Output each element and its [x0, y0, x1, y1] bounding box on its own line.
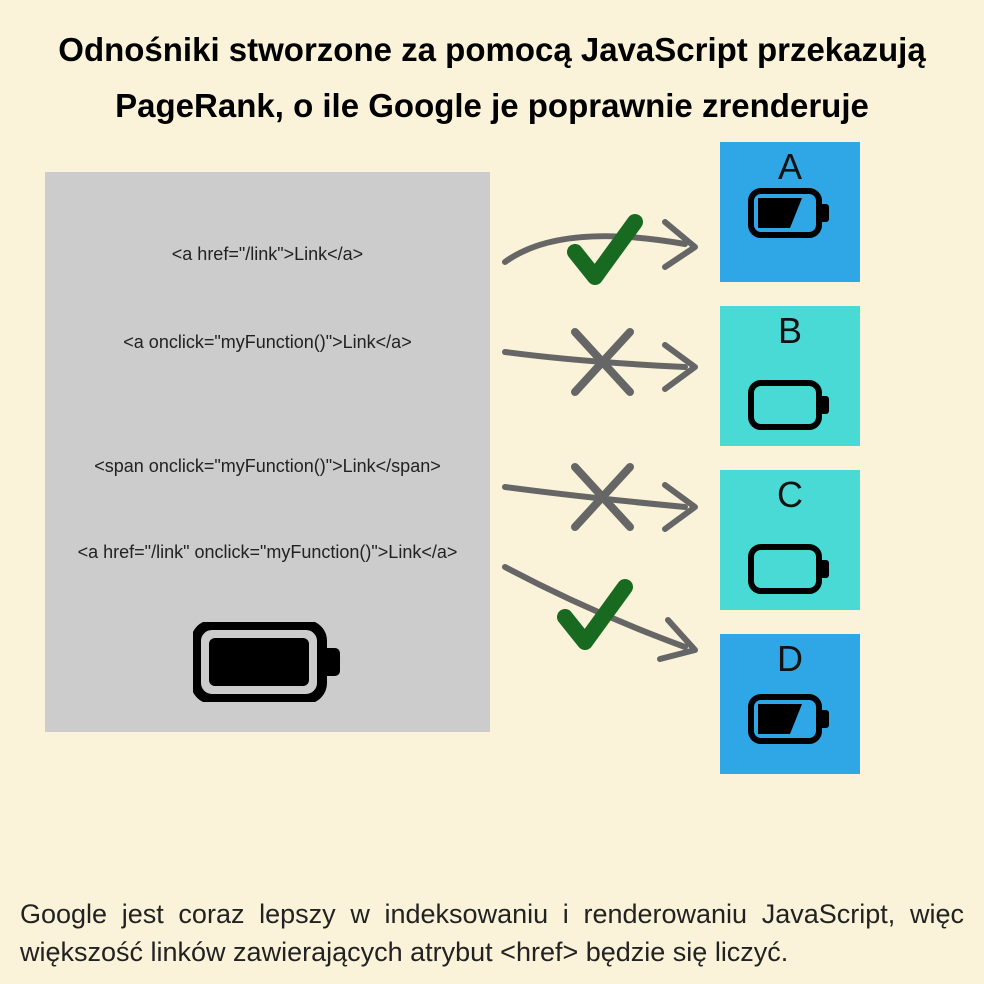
- target-d: D: [720, 634, 860, 774]
- battery-full-icon: [193, 622, 343, 707]
- target-boxes: A B C D: [720, 142, 860, 798]
- code-line-4: <a href="/link" onclick="myFunction()">L…: [45, 542, 490, 563]
- code-line-1: <a href="/link">Link</a>: [45, 244, 490, 265]
- arrow-b: [500, 317, 690, 387]
- target-d-label: D: [777, 638, 803, 680]
- target-a-label: A: [778, 146, 802, 188]
- battery-empty-icon: [748, 544, 832, 594]
- code-line-3: <span onclick="myFunction()">Link</span>: [45, 456, 490, 477]
- battery-partial-icon: [748, 694, 832, 744]
- code-panel: <a href="/link">Link</a> <a onclick="myF…: [45, 172, 490, 732]
- code-line-2: <a onclick="myFunction()">Link</a>: [45, 332, 490, 353]
- arrow-c: [500, 452, 690, 522]
- battery-empty-icon: [748, 380, 832, 430]
- target-b-label: B: [778, 310, 802, 352]
- main-title: Odnośniki stworzone za pomocą JavaScript…: [0, 0, 984, 134]
- arrow-a: [500, 202, 690, 272]
- target-a: A: [720, 142, 860, 282]
- target-c: C: [720, 470, 860, 610]
- battery-partial-icon: [748, 188, 832, 238]
- target-b: B: [720, 306, 860, 446]
- target-c-label: C: [777, 474, 803, 516]
- diagram: <a href="/link">Link</a> <a onclick="myF…: [0, 172, 984, 802]
- arrow-d: [500, 552, 690, 622]
- footer-text: Google jest coraz lepszy w indeksowaniu …: [20, 896, 964, 972]
